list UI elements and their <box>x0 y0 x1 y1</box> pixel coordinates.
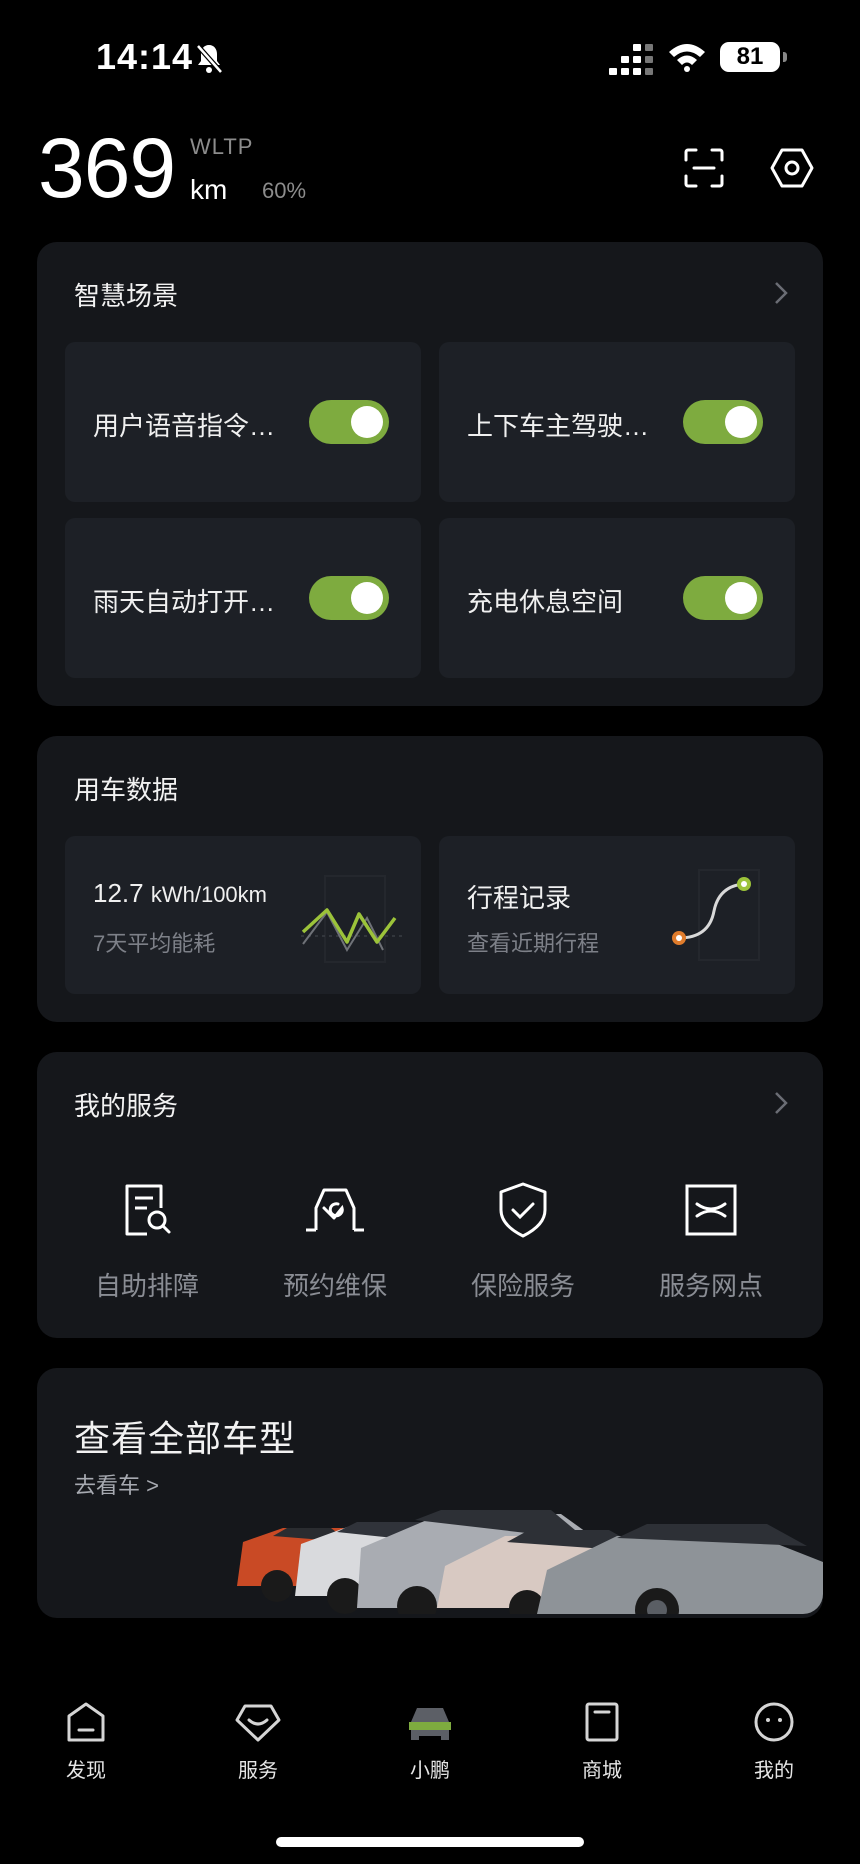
energy-value: 12.7 kWh/100km <box>93 878 267 908</box>
scene-toggle[interactable] <box>309 576 389 620</box>
services-card: 我的服务 自助排障 预约维保 保险服务 服务网点 <box>37 1052 823 1338</box>
battery-percent: 60% <box>262 178 307 203</box>
discover-icon <box>67 1702 105 1742</box>
bell-muted-icon <box>196 44 223 74</box>
energy-trend-icon <box>301 875 403 963</box>
home-indicator[interactable] <box>276 1837 584 1847</box>
wifi-icon <box>669 44 705 72</box>
scene-tile[interactable]: 雨天自动打开… <box>65 518 421 678</box>
status-bar: 14:14 81 <box>0 0 860 110</box>
maintenance-icon <box>306 1188 364 1232</box>
range-unit: km <box>190 174 228 205</box>
range-standard: WLTP <box>190 134 254 159</box>
range-value: 369 <box>38 121 176 215</box>
scene-toggle[interactable] <box>309 400 389 444</box>
profile-icon <box>754 1702 794 1742</box>
service-point-icon <box>685 1184 737 1236</box>
scene-tile[interactable]: 充电休息空间 <box>439 518 795 678</box>
smart-scenes-title: 智慧场景 <box>74 281 179 311</box>
chevron-right-icon[interactable] <box>773 1090 789 1116</box>
tab-me[interactable]: 我的 <box>714 1700 834 1783</box>
tab-xpeng[interactable]: 小鹏 <box>370 1700 490 1783</box>
mall-icon <box>585 1702 619 1742</box>
route-icon <box>672 869 760 961</box>
tab-discover[interactable]: 发现 <box>26 1700 146 1783</box>
trip-records-tile[interactable]: 行程记录 查看近期行程 <box>439 836 795 994</box>
trip-records-caption: 查看近期行程 <box>467 931 600 956</box>
scan-icon[interactable] <box>682 146 726 190</box>
service-maintenance[interactable]: 预约维保 <box>260 1180 410 1303</box>
diagnosis-icon <box>125 1184 171 1236</box>
vehicle-data-card: 用车数据 12.7 kWh/100km 7天平均能耗 行程记录 查看近期行程 <box>37 736 823 1022</box>
services-title: 我的服务 <box>74 1091 179 1121</box>
status-time: 14:14 <box>96 36 194 77</box>
smart-scenes-card: 智慧场景 用户语音指令… 上下车主驾驶… 雨天自动打开… 充电休息空间 <box>37 242 823 706</box>
service-insurance[interactable]: 保险服务 <box>448 1180 598 1303</box>
scene-toggle[interactable] <box>683 576 763 620</box>
scene-label: 上下车主驾驶… <box>467 411 650 441</box>
tab-mall[interactable]: 商城 <box>542 1700 662 1783</box>
battery-indicator: 81 <box>720 42 787 72</box>
service-self-diagnosis[interactable]: 自助排障 <box>72 1180 222 1303</box>
cellular-signal-icon <box>609 44 653 75</box>
view-models-card[interactable]: 查看全部车型 去看车 > <box>37 1368 823 1618</box>
scene-label: 用户语音指令… <box>93 411 276 441</box>
energy-tile[interactable]: 12.7 kWh/100km 7天平均能耗 <box>65 836 421 994</box>
scene-tile[interactable]: 用户语音指令… <box>65 342 421 502</box>
scene-toggle[interactable] <box>683 400 763 444</box>
service-points[interactable]: 服务网点 <box>636 1180 786 1303</box>
scene-label: 充电休息空间 <box>467 587 624 617</box>
view-cars-link[interactable]: 去看车 > <box>74 1468 159 1500</box>
insurance-icon <box>499 1182 547 1238</box>
energy-caption: 7天平均能耗 <box>93 931 216 956</box>
car-icon <box>409 1708 451 1740</box>
tab-service[interactable]: 服务 <box>198 1700 318 1783</box>
service-icon <box>235 1704 281 1742</box>
trip-records-title: 行程记录 <box>467 883 572 913</box>
car-lineup-image <box>237 1458 823 1614</box>
vehicle-data-title: 用车数据 <box>74 775 179 805</box>
models-title: 查看全部车型 <box>74 1418 297 1459</box>
settings-icon[interactable] <box>770 146 814 190</box>
scene-tile[interactable]: 上下车主驾驶… <box>439 342 795 502</box>
chevron-right-icon[interactable] <box>773 280 789 306</box>
bottom-tab-bar: 发现 服务 小鹏 商城 我的 <box>0 1700 860 1820</box>
scene-label: 雨天自动打开… <box>93 587 276 617</box>
